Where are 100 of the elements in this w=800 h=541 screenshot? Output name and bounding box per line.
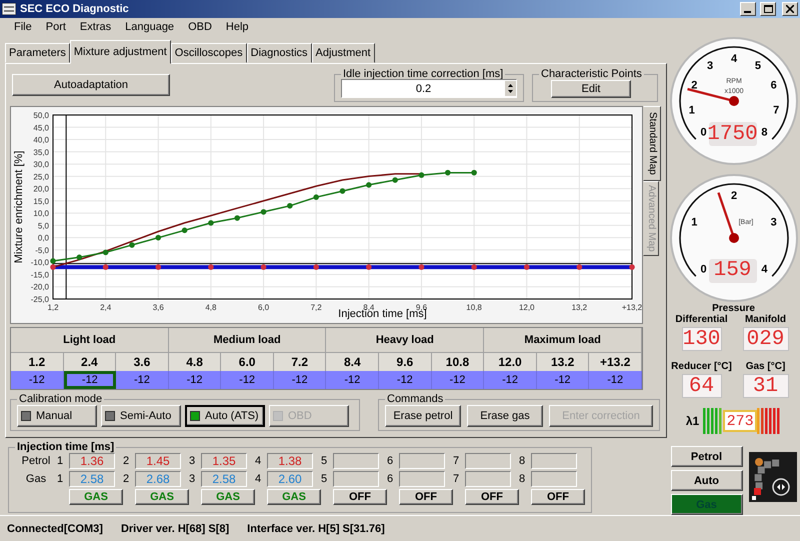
close-button[interactable] — [782, 2, 798, 16]
fuel-mode-button[interactable]: Auto — [670, 470, 742, 491]
reading-label: Reducer [°C] — [671, 361, 732, 372]
map-point[interactable] — [418, 264, 424, 270]
spin-arrows-icon[interactable] — [505, 81, 516, 96]
gauge-scale-label: 2 — [730, 190, 737, 202]
value-field — [333, 453, 379, 469]
spin-field[interactable]: 0.2 — [341, 79, 517, 98]
gauge-scale-label: 3 — [770, 216, 776, 228]
cylinder-number: 5 — [321, 455, 328, 467]
map-point[interactable] — [102, 264, 108, 270]
mode-button[interactable]: Semi-Auto — [101, 404, 181, 426]
table-cell[interactable]: -12 — [379, 371, 432, 389]
lambda-label: λ1 — [686, 414, 700, 428]
y-tick-label: 35,0 — [33, 148, 49, 157]
map-point[interactable] — [155, 264, 162, 270]
edit-button[interactable]: Edit — [551, 80, 631, 98]
value-field — [333, 471, 379, 487]
minimize-button[interactable] — [740, 2, 756, 16]
tab[interactable]: Adjustment — [312, 43, 375, 63]
maximize-button[interactable] — [760, 2, 776, 16]
cylinder-toggle[interactable]: OFF — [399, 489, 453, 505]
menu-item[interactable]: Language — [119, 21, 180, 33]
table-cell[interactable]: -12 — [274, 371, 326, 389]
table-cell[interactable]: -12 — [326, 371, 380, 389]
cylinder-number: 6 — [387, 455, 394, 467]
table-cell[interactable]: -12 — [484, 371, 537, 389]
menu-item[interactable]: Port — [40, 21, 72, 33]
y-tick-label: 40,0 — [33, 136, 49, 145]
tab[interactable]: Parameters — [5, 43, 70, 63]
map-tab[interactable]: Standard Map — [643, 106, 661, 181]
map-point[interactable] — [366, 264, 372, 270]
cylinder-toggle[interactable]: OFF — [531, 489, 585, 505]
x-tick-label: 4,8 — [205, 303, 216, 312]
fuel-mode-button[interactable]: Petrol — [670, 446, 742, 467]
command-button[interactable]: Erase gas — [467, 404, 543, 426]
command-button[interactable]: Erase petrol — [385, 404, 461, 426]
map-point[interactable] — [471, 264, 477, 270]
value-field: 2.60 — [267, 471, 313, 487]
data-point — [50, 258, 56, 264]
cylinder-number: 7 — [453, 473, 460, 485]
cylinder-number: 3 — [189, 455, 196, 467]
value-field: 2.58 — [201, 471, 247, 487]
maximize-icon — [764, 5, 772, 13]
map-point[interactable] — [313, 264, 319, 270]
map-point[interactable] — [576, 264, 582, 270]
map-point[interactable] — [524, 264, 530, 270]
gauge-scale-label: 4 — [730, 53, 737, 65]
value-field — [531, 471, 577, 487]
cylinder-number: 4 — [255, 455, 262, 467]
data-point — [418, 172, 424, 178]
table-cell[interactable]: -12 — [589, 371, 642, 389]
cylinder-toggle[interactable]: OFF — [333, 489, 387, 505]
menu-item[interactable]: OBD — [182, 21, 218, 33]
tab[interactable]: Mixture adjustment — [70, 40, 171, 64]
close-icon — [786, 5, 794, 13]
x-tick-label: 13,2 — [572, 303, 588, 312]
y-tick-label: 0,0 — [38, 234, 49, 243]
table-cell[interactable]: -12 — [64, 371, 116, 389]
tab[interactable]: Diagnostics — [246, 43, 312, 63]
table-cell[interactable]: -12 — [11, 371, 64, 389]
data-point — [208, 220, 214, 226]
x-tick-label: 12,0 — [518, 303, 535, 312]
cylinder-toggle[interactable]: OFF — [465, 489, 519, 505]
table-cell[interactable]: -12 — [221, 371, 274, 389]
tab[interactable]: Oscilloscopes — [170, 43, 247, 63]
y-axis-title: Mixture enrichment [%] — [13, 150, 25, 264]
cylinder-number: 7 — [453, 455, 460, 467]
autoadaptation-button[interactable]: Autoadaptation — [12, 74, 170, 96]
gauge-scale-label: 0 — [700, 126, 706, 138]
table-cell[interactable]: -12 — [432, 371, 484, 389]
data-point — [471, 170, 477, 176]
y-tick-label: 30,0 — [33, 160, 49, 170]
menu-item[interactable]: File — [8, 21, 38, 33]
table-cell[interactable]: -12 — [536, 371, 590, 389]
map-point[interactable] — [50, 264, 56, 270]
table-cell[interactable]: -12 — [168, 371, 222, 389]
group-label: Commands — [386, 393, 444, 405]
group-label: Calibration mode — [18, 393, 104, 405]
group-label: Characteristic Points — [540, 68, 643, 80]
value-field: 1.45 — [135, 453, 181, 469]
table-cell[interactable]: -12 — [116, 371, 169, 389]
menu-item[interactable]: Extras — [74, 21, 118, 33]
data-point — [444, 170, 451, 176]
column-header: 13.2 — [536, 353, 590, 371]
mode-button[interactable]: Auto (ATS) — [185, 404, 265, 426]
map-point[interactable] — [208, 264, 214, 270]
cylinder-number: 2 — [123, 455, 130, 467]
group-label: Idle injection time correction [ms] — [342, 68, 504, 80]
window-title: SEC ECO Diagnostic — [20, 3, 130, 15]
reading-label: Differential — [675, 314, 728, 325]
map-point[interactable] — [260, 264, 266, 270]
gauge-readout: 159 — [708, 258, 756, 282]
gauge-scale-label: 3 — [706, 60, 713, 72]
value-field: 2.58 — [69, 471, 115, 487]
y-tick-label: 15,0 — [33, 196, 49, 206]
map-point[interactable] — [629, 264, 635, 270]
x-tick-label: 3,6 — [152, 303, 164, 312]
menu-item[interactable]: Help — [220, 21, 255, 33]
mode-button[interactable]: Manual — [17, 404, 97, 426]
